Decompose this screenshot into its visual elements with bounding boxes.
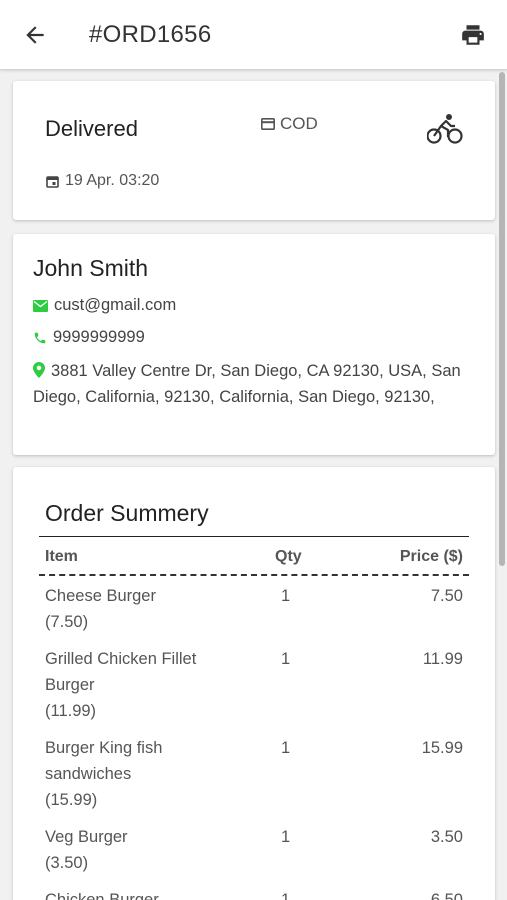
order-summary-card: Order Summery Item Qty Price ($) Cheese … <box>13 467 495 900</box>
calendar-icon <box>46 175 59 188</box>
item-price-cell: 3.50 <box>430 828 463 846</box>
item-name-cell: Veg Burger (3.50) <box>45 828 128 872</box>
order-datetime: 19 Apr. 03:20 <box>46 172 159 190</box>
customer-name: John Smith <box>33 255 149 281</box>
column-header-item: Item <box>45 548 78 565</box>
item-price-cell: 15.99 <box>421 739 463 757</box>
order-status: Delivered <box>45 116 138 141</box>
item-price-cell: 6.50 <box>430 891 463 900</box>
item-qty-cell: 1 <box>281 650 291 668</box>
item-name-cell: Cheese Burger (7.50) <box>45 587 156 631</box>
item-price-cell: 7.50 <box>430 587 463 605</box>
app-bar: #ORD1656 <box>0 0 507 70</box>
bicycle-icon <box>427 114 463 144</box>
scrollbar[interactable] <box>499 72 505 566</box>
item-name-cell: Chicken Burger <box>45 891 159 900</box>
arrow-left-icon <box>26 26 44 44</box>
customer-phone[interactable]: 9999999999 <box>33 328 145 347</box>
printer-icon <box>462 25 484 45</box>
back-button[interactable] <box>22 22 48 48</box>
item-qty-cell: 1 <box>281 739 291 757</box>
email-icon <box>33 299 48 312</box>
item-name-cell: Grilled Chicken Fillet Burger (11.99) <box>45 650 197 720</box>
page-title: #ORD1656 <box>89 21 212 48</box>
item-name-cell: Burger King fish sandwiches (15.99) <box>45 739 163 809</box>
address-text: 3881 Valley Centre Dr, San Diego, CA 921… <box>33 362 461 406</box>
payment-label: COD <box>280 114 318 133</box>
location-pin-icon <box>33 362 45 378</box>
item-qty-cell: 1 <box>281 828 291 846</box>
item-qty-cell: 1 <box>281 587 291 605</box>
order-status-card: Delivered COD 19 Apr. 03:20 <box>13 81 495 220</box>
column-header-qty: Qty <box>275 548 302 565</box>
payment-method: COD <box>261 114 318 134</box>
print-button[interactable] <box>459 22 487 48</box>
customer-email[interactable]: cust@gmail.com <box>33 296 176 315</box>
item-qty-cell: 1 <box>281 891 291 900</box>
datetime-text: 19 Apr. 03:20 <box>65 172 160 189</box>
column-header-price: Price ($) <box>399 548 463 565</box>
phone-icon <box>34 332 46 343</box>
summary-title: Order Summery <box>45 500 209 526</box>
card-icon <box>261 118 275 130</box>
summary-divider <box>39 536 469 537</box>
customer-card: John Smith cust@gmail.com 9999999999 388… <box>13 234 495 455</box>
header-dashed-divider <box>39 574 469 576</box>
item-price-cell: 11.99 <box>422 650 463 668</box>
email-text: cust@gmail.com <box>54 296 177 314</box>
customer-address: 3881 Valley Centre Dr, San Diego, CA 921… <box>33 358 463 410</box>
phone-text: 9999999999 <box>53 328 145 346</box>
